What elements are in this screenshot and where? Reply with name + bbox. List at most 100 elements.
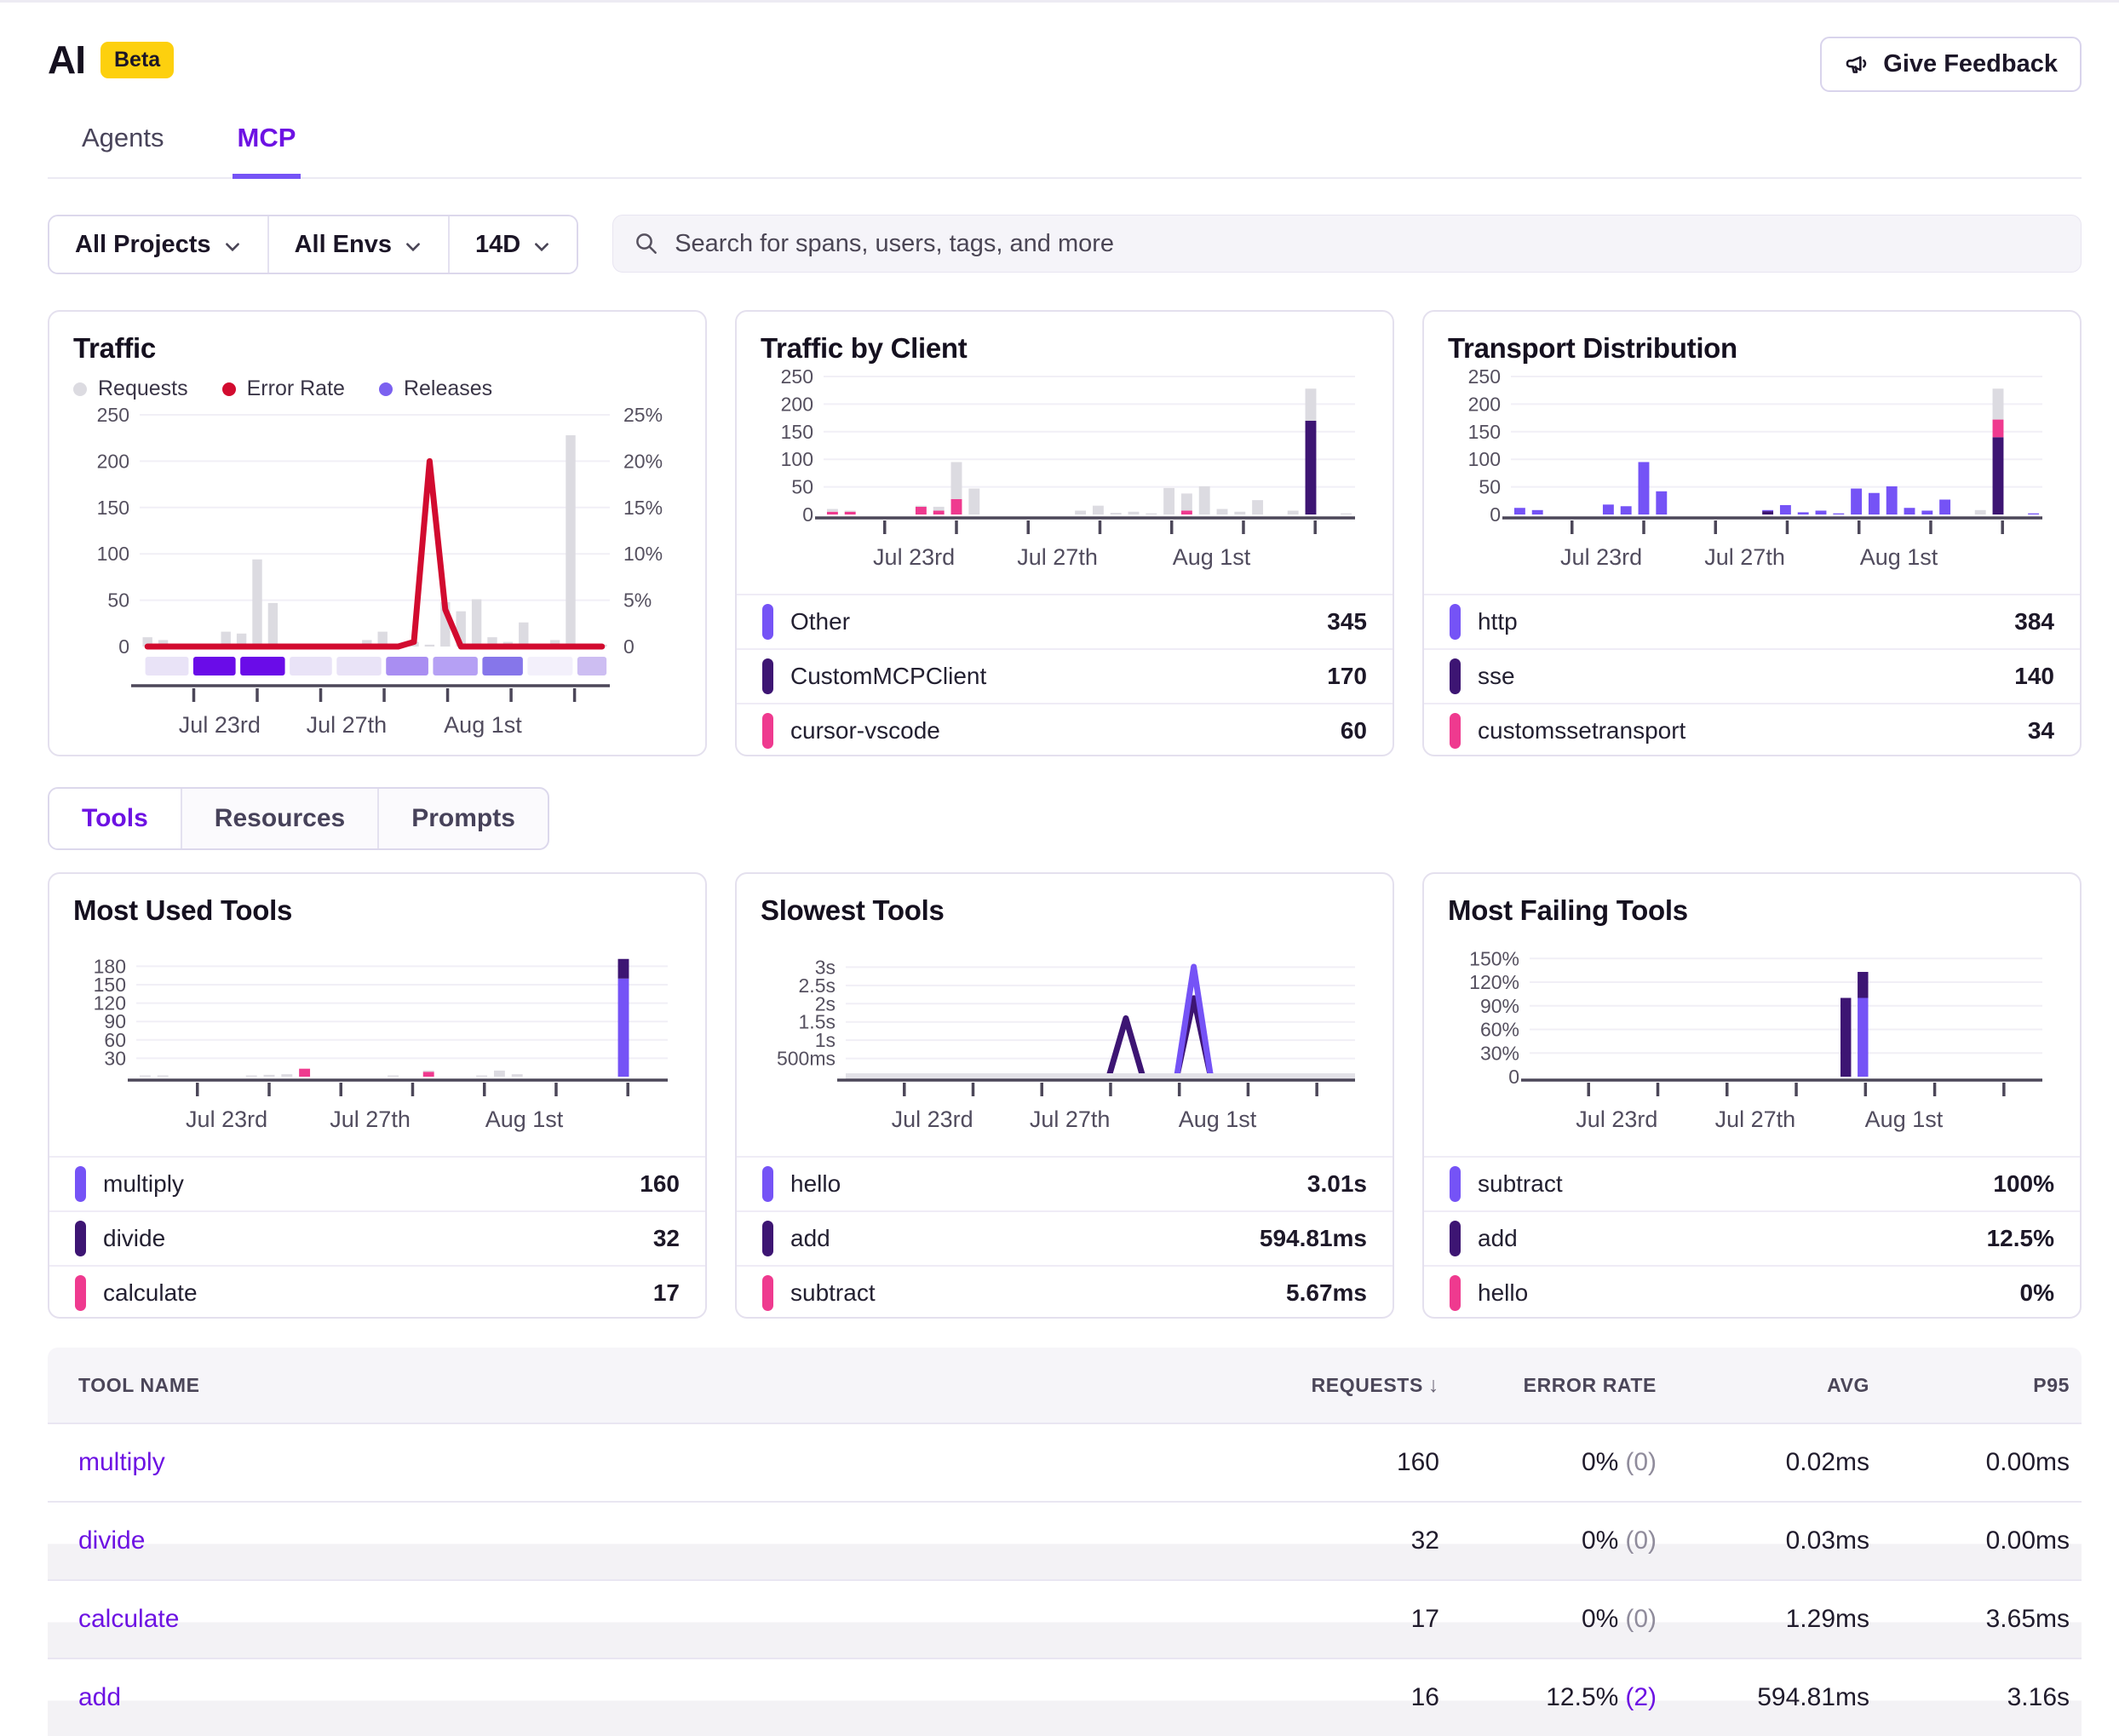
list-item[interactable]: multiply160 — [49, 1156, 705, 1210]
svg-text:250: 250 — [1468, 366, 1501, 388]
svg-text:Jul 27th: Jul 27th — [1030, 1107, 1111, 1132]
table-row[interactable]: add1612.5%(2)594.81ms3.16s — [48, 1658, 2082, 1736]
list-item-label: http — [1478, 608, 1518, 635]
list-item[interactable]: hello0% — [1424, 1265, 2080, 1319]
svg-text:200: 200 — [97, 450, 129, 472]
svg-text:50: 50 — [1479, 476, 1501, 498]
filter-row: All Projects All Envs 14D — [48, 215, 2082, 274]
svg-text:250: 250 — [97, 404, 129, 426]
transport-distribution-title: Transport Distribution — [1448, 332, 2056, 365]
list-item[interactable]: CustomMCPClient 170 — [737, 648, 1393, 703]
search-box[interactable] — [612, 215, 2082, 273]
col-requests[interactable]: REQUESTS↓ — [1303, 1373, 1439, 1398]
environment-filter[interactable]: All Envs — [269, 216, 450, 273]
beta-badge: Beta — [100, 42, 174, 78]
tab-tools[interactable]: Tools — [49, 789, 182, 848]
series-color-chip — [75, 1166, 86, 1202]
series-color-chip — [1450, 713, 1461, 749]
col-tool-name[interactable]: TOOL NAME — [78, 1374, 1303, 1397]
list-item[interactable]: add12.5% — [1424, 1210, 2080, 1265]
list-item[interactable]: add594.81ms — [737, 1210, 1393, 1265]
list-item[interactable]: sse140 — [1424, 648, 2080, 703]
nav-tabs: Agents MCP — [48, 123, 2082, 179]
list-item-value: 34 — [2028, 717, 2054, 744]
svg-text:180: 180 — [94, 955, 126, 977]
svg-text:Aug 1st: Aug 1st — [1860, 544, 1938, 570]
svg-text:Jul 27th: Jul 27th — [1017, 544, 1098, 570]
search-input[interactable] — [675, 230, 2060, 258]
slowest-tools-title: Slowest Tools — [761, 894, 1369, 927]
svg-text:Jul 23rd: Jul 23rd — [1576, 1107, 1657, 1132]
list-item[interactable]: calculate 17 — [49, 1265, 705, 1319]
svg-text:150: 150 — [781, 421, 813, 443]
p95-value: 0.00ms — [1869, 1448, 2070, 1477]
tool-name-link[interactable]: multiply — [78, 1448, 1303, 1477]
transport-distribution-chart: 050100150200250Jul 23rdJul 27thAug 1st — [1448, 366, 2056, 594]
list-item[interactable]: cursor-vscode60 — [737, 703, 1393, 756]
series-color-chip — [762, 604, 773, 640]
list-item-label: calculate — [103, 1279, 198, 1307]
list-item-label: hello — [1478, 1279, 1528, 1307]
chevron-down-icon — [223, 235, 242, 254]
list-item-label: subtract — [790, 1279, 876, 1307]
tools-table: TOOL NAME REQUESTS↓ ERROR RATE AVG P95 m… — [48, 1348, 2082, 1736]
list-item[interactable]: Other345 — [737, 594, 1393, 648]
series-color-chip — [1450, 658, 1461, 694]
svg-text:Jul 27th: Jul 27th — [1704, 544, 1785, 570]
svg-text:200: 200 — [1468, 393, 1501, 415]
error-rate-value: 0%(0) — [1439, 1448, 1657, 1477]
tab-mcp[interactable]: MCP — [233, 123, 301, 179]
list-item-value: 170 — [1327, 663, 1367, 690]
list-item[interactable]: divide32 — [49, 1210, 705, 1265]
avg-value: 0.02ms — [1657, 1448, 1869, 1477]
tab-agents[interactable]: Agents — [77, 123, 169, 177]
table-row[interactable]: divide320%(0)0.03ms0.00ms — [48, 1501, 2082, 1579]
table-row[interactable]: multiply1600%(0)0.02ms0.00ms — [48, 1423, 2082, 1501]
legend-label: Error Rate — [247, 377, 345, 401]
tool-name-link[interactable]: divide — [78, 1526, 1303, 1555]
date-range-filter[interactable]: 14D — [450, 216, 577, 273]
col-p95[interactable]: P95 — [1869, 1374, 2070, 1397]
traffic-by-client-chart-svg: 050100150200250Jul 23rdJul 27thAug 1st — [761, 366, 1370, 589]
traffic-card: Traffic RequestsError RateReleases 05010… — [48, 310, 707, 756]
svg-text:30%: 30% — [1480, 1042, 1519, 1064]
legend-dot-icon — [222, 382, 236, 396]
project-filter[interactable]: All Projects — [49, 216, 269, 273]
series-color-chip — [762, 713, 773, 749]
requests-value: 160 — [1303, 1448, 1439, 1477]
requests-value: 32 — [1303, 1526, 1439, 1555]
svg-text:0: 0 — [1508, 1066, 1519, 1088]
list-item[interactable]: http384 — [1424, 594, 2080, 648]
svg-text:10%: 10% — [623, 543, 663, 565]
most-used-tools-chart: 306090120150180Jul 23rdJul 27thAug 1st — [73, 928, 681, 1156]
tool-name-link[interactable]: add — [78, 1683, 1303, 1712]
svg-text:150: 150 — [1468, 421, 1501, 443]
svg-text:120%: 120% — [1469, 971, 1519, 993]
most-failing-tools-list: subtract100%add12.5%hello0% — [1424, 1156, 2080, 1319]
list-item[interactable]: customssetransport34 — [1424, 703, 2080, 756]
series-color-chip — [762, 658, 773, 694]
list-item-value: 17 — [653, 1279, 680, 1307]
list-item[interactable]: subtract5.67ms — [737, 1265, 1393, 1319]
tool-name-link[interactable]: calculate — [78, 1605, 1303, 1634]
col-error-rate[interactable]: ERROR RATE — [1439, 1374, 1657, 1397]
tab-prompts[interactable]: Prompts — [379, 789, 548, 848]
col-avg[interactable]: AVG — [1657, 1374, 1869, 1397]
table-row[interactable]: calculate170%(0)1.29ms3.65ms — [48, 1579, 2082, 1658]
traffic-legend: RequestsError RateReleases — [73, 377, 681, 401]
list-item[interactable]: subtract100% — [1424, 1156, 2080, 1210]
list-item-label: CustomMCPClient — [790, 663, 986, 690]
give-feedback-button[interactable]: Give Feedback — [1820, 37, 2082, 92]
legend-dot-icon — [379, 382, 393, 396]
list-item-value: 160 — [640, 1170, 680, 1198]
series-color-chip — [762, 1221, 773, 1256]
svg-text:Aug 1st: Aug 1st — [1179, 1107, 1257, 1132]
legend-label: Requests — [98, 377, 188, 401]
svg-text:Jul 27th: Jul 27th — [330, 1107, 411, 1132]
p95-value: 0.00ms — [1869, 1526, 2070, 1555]
most-failing-tools-card: Most Failing Tools 030%60%90%120%150%Jul… — [1422, 872, 2082, 1319]
list-item[interactable]: hello3.01s — [737, 1156, 1393, 1210]
list-item-value: 3.01s — [1307, 1170, 1367, 1198]
tab-resources[interactable]: Resources — [182, 789, 379, 848]
svg-text:0: 0 — [118, 635, 129, 658]
